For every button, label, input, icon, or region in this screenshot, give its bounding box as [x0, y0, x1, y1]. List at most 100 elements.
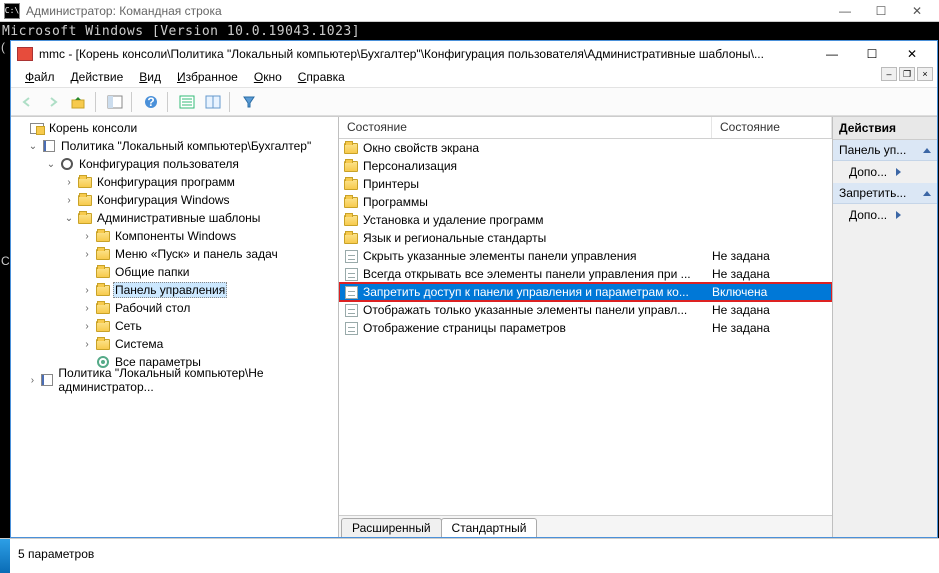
- status-text: 5 параметров: [10, 539, 102, 573]
- setting-icon: [343, 303, 359, 317]
- col-header-state[interactable]: Состояние: [712, 117, 832, 138]
- tree-startmenu[interactable]: › Меню «Пуск» и панель задач: [13, 245, 336, 263]
- tree-pane[interactable]: Корень консоли ⌄ Политика "Локальный ком…: [11, 117, 339, 537]
- menu-file[interactable]: Файл: [19, 68, 61, 86]
- list-row[interactable]: Отображать только указанные элементы пан…: [339, 301, 832, 319]
- forward-button[interactable]: [41, 90, 65, 114]
- item-name: Отображение страницы параметров: [363, 321, 712, 335]
- tree-confwin[interactable]: › Конфигурация Windows: [13, 191, 336, 209]
- list-row[interactable]: Запретить доступ к панели управления и п…: [339, 283, 832, 301]
- mmc-title: mmc - [Корень консоли\Политика "Локальны…: [39, 47, 764, 61]
- back-button[interactable]: [15, 90, 39, 114]
- up-button[interactable]: [67, 90, 91, 114]
- item-state: Не задана: [712, 267, 832, 281]
- item-name: Запретить доступ к панели управления и п…: [363, 285, 712, 299]
- tree-confprog[interactable]: › Конфигурация программ: [13, 173, 336, 191]
- item-state: Включена: [712, 285, 832, 299]
- cmd-close-button[interactable]: ✕: [899, 4, 935, 18]
- list-row[interactable]: Скрыть указанные элементы панели управле…: [339, 247, 832, 265]
- menu-help[interactable]: Справка: [292, 68, 351, 86]
- show-hide-tree-button[interactable]: [103, 90, 127, 114]
- setting-icon: [343, 267, 359, 281]
- toolbar: ?: [11, 88, 937, 116]
- folder-icon: [343, 141, 359, 155]
- action-more-1[interactable]: Допо...: [833, 161, 937, 183]
- list-row[interactable]: Всегда открывать все элементы панели упр…: [339, 265, 832, 283]
- list-row[interactable]: Язык и региональные стандарты: [339, 229, 832, 247]
- item-name: Окно свойств экрана: [363, 141, 712, 155]
- folder-icon: [343, 231, 359, 245]
- tree-ctrlpanel[interactable]: › Панель управления: [13, 281, 336, 299]
- mmc-titlebar[interactable]: mmc - [Корень консоли\Политика "Локальны…: [11, 41, 937, 66]
- setting-icon: [343, 285, 359, 299]
- tree-system[interactable]: › Система: [13, 335, 336, 353]
- help-button[interactable]: ?: [139, 90, 163, 114]
- mdi-restore-button[interactable]: ❐: [899, 67, 915, 81]
- collapse-icon: [923, 191, 931, 196]
- tree-network[interactable]: › Сеть: [13, 317, 336, 335]
- console-output: Microsoft Windows [Version 10.0.19043.10…: [0, 22, 939, 40]
- arrow-right-icon: [896, 211, 905, 219]
- menu-favorites[interactable]: Избранное: [171, 68, 244, 86]
- item-name: Скрыть указанные элементы панели управле…: [363, 249, 712, 263]
- tree-userconf[interactable]: ⌄ Конфигурация пользователя: [13, 155, 336, 173]
- list-row[interactable]: Установка и удаление программ: [339, 211, 832, 229]
- item-name: Всегда открывать все элементы панели упр…: [363, 267, 712, 281]
- view-list-button[interactable]: [175, 90, 199, 114]
- tree-policy2[interactable]: › Политика "Локальный компьютер\Не админ…: [13, 371, 336, 389]
- action-group-panel[interactable]: Панель уп...: [833, 140, 937, 161]
- list-row[interactable]: Отображение страницы параметровНе задана: [339, 319, 832, 337]
- statusbar: 5 параметров: [0, 538, 939, 573]
- tree-sharedfolders[interactable]: Общие папки: [13, 263, 336, 281]
- folder-icon: [343, 159, 359, 173]
- menu-action[interactable]: Действие: [65, 68, 130, 86]
- list-body[interactable]: Окно свойств экрана Персонализация Принтер…: [339, 139, 832, 515]
- mdi-minimize-button[interactable]: –: [881, 67, 897, 81]
- mmc-close-button[interactable]: ✕: [893, 43, 931, 65]
- tree-desktop[interactable]: › Рабочий стол: [13, 299, 336, 317]
- col-header-name[interactable]: Состояние: [339, 117, 712, 138]
- cmd-icon: C:\: [4, 3, 20, 19]
- action-group-deny[interactable]: Запретить...: [833, 183, 937, 204]
- cmd-maximize-button[interactable]: ☐: [863, 4, 899, 18]
- mmc-app-icon: [17, 47, 33, 61]
- cmd-minimize-button[interactable]: —: [827, 4, 863, 18]
- list-row[interactable]: Окно свойств экрана: [339, 139, 832, 157]
- tab-extended[interactable]: Расширенный: [341, 518, 442, 537]
- item-name: Установка и удаление программ: [363, 213, 712, 227]
- item-name: Язык и региональные стандарты: [363, 231, 712, 245]
- mmc-minimize-button[interactable]: —: [813, 43, 851, 65]
- list-pane: Состояние Состояние Окно свойств экрана П…: [339, 117, 833, 537]
- action-group-deny-label: Запретить...: [839, 186, 906, 200]
- mmc-maximize-button[interactable]: ☐: [853, 43, 891, 65]
- tree-root[interactable]: Корень консоли: [13, 119, 336, 137]
- filter-button[interactable]: [237, 90, 261, 114]
- item-state: Не задана: [712, 303, 832, 317]
- svg-text:?: ?: [147, 95, 154, 109]
- item-name: Персонализация: [363, 159, 712, 173]
- arrow-right-icon: [896, 168, 905, 176]
- actions-pane: Действия Панель уп... Допо... Запретить.…: [833, 117, 937, 537]
- menu-window[interactable]: Окно: [248, 68, 288, 86]
- action-more-2[interactable]: Допо...: [833, 204, 937, 226]
- list-tabs: Расширенный Стандартный: [339, 515, 832, 537]
- list-row[interactable]: Программы: [339, 193, 832, 211]
- setting-icon: [343, 321, 359, 335]
- folder-icon: [343, 177, 359, 191]
- item-name: Принтеры: [363, 177, 712, 191]
- item-state: Не задана: [712, 249, 832, 263]
- item-name: Программы: [363, 195, 712, 209]
- tree-compwin[interactable]: › Компоненты Windows: [13, 227, 336, 245]
- mdi-close-button[interactable]: ×: [917, 67, 933, 81]
- tab-standard[interactable]: Стандартный: [441, 518, 538, 537]
- list-row[interactable]: Персонализация: [339, 157, 832, 175]
- menubar: Файл Действие Вид Избранное Окно Справка…: [11, 66, 937, 88]
- tree-policy1[interactable]: ⌄ Политика "Локальный компьютер\Бухгалте…: [13, 137, 336, 155]
- mmc-window: mmc - [Корень консоли\Политика "Локальны…: [10, 40, 938, 538]
- setting-icon: [343, 249, 359, 263]
- view-details-button[interactable]: [201, 90, 225, 114]
- list-row[interactable]: Принтеры: [339, 175, 832, 193]
- tree-admtempl[interactable]: ⌄ Административные шаблоны: [13, 209, 336, 227]
- menu-view[interactable]: Вид: [133, 68, 167, 86]
- cmd-titlebar: C:\ Администратор: Командная строка — ☐ …: [0, 0, 939, 22]
